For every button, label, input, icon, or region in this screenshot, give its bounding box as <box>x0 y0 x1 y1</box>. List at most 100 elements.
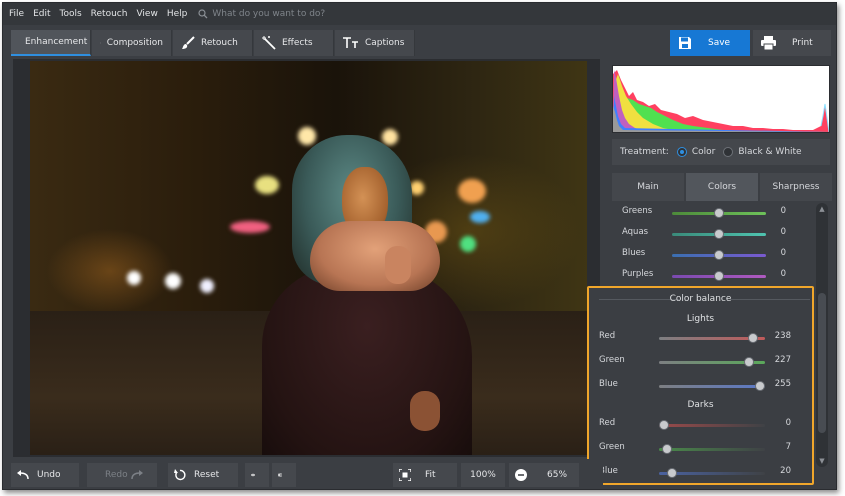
slider-handle[interactable] <box>714 229 724 239</box>
slider-label: Red <box>599 331 616 341</box>
save-label: Save <box>708 38 731 48</box>
save-button[interactable]: Save <box>670 30 750 56</box>
treatment-bw-radio[interactable] <box>723 147 734 157</box>
menu-retouch[interactable]: Retouch <box>91 9 128 19</box>
tab-sharpness[interactable]: Sharpness <box>760 173 832 201</box>
tab-effects-label: Effects <box>282 38 313 48</box>
app-window: File Edit Tools Retouch View Help What d… <box>2 2 837 490</box>
slider-handle[interactable] <box>714 271 724 281</box>
tab-captions-label: Captions <box>365 38 405 48</box>
tab-captions[interactable]: Captions <box>335 30 415 56</box>
car-headlight <box>165 273 181 289</box>
compare-button[interactable] <box>272 463 296 487</box>
slider-row-blue: Blue 20 <box>589 463 793 483</box>
car-headlight <box>127 271 141 285</box>
tab-composition-label: Composition <box>106 38 163 48</box>
treatment-color-label[interactable]: Color <box>692 147 716 157</box>
zoom-100-button[interactable]: 100% <box>461 463 505 487</box>
slider-handle[interactable] <box>714 250 724 260</box>
undo-button[interactable]: Undo <box>11 463 79 487</box>
slider-handle[interactable] <box>714 208 724 218</box>
slider-label: Green <box>599 355 625 365</box>
zoom-control[interactable]: 65% <box>509 463 579 487</box>
zoom-out-icon[interactable] <box>515 469 527 481</box>
color-balance-box: Color balance Lights Darks Red 238 Green 22… <box>587 286 814 485</box>
floppy-disk-icon <box>679 37 691 49</box>
menu-tools[interactable]: Tools <box>60 9 82 19</box>
slider-row-red: Red 0 <box>589 415 793 435</box>
slider-row-blue: Blue 255 <box>589 376 793 396</box>
slider-label: Greens <box>622 206 653 216</box>
slider-handle[interactable] <box>744 357 755 367</box>
bokeh-light <box>460 236 476 252</box>
slider-track[interactable] <box>659 448 765 451</box>
photo-scarf <box>310 221 440 291</box>
photo-preview[interactable] <box>30 61 587 455</box>
search-input[interactable]: What do you want to do? <box>212 9 325 19</box>
reset-button[interactable]: Reset <box>168 463 238 487</box>
panel-scrollbar[interactable]: ▲ ▼ <box>816 203 828 467</box>
slider-handle[interactable] <box>755 381 765 391</box>
redo-icon <box>131 470 143 480</box>
menu-bar: File Edit Tools Retouch View Help What d… <box>3 3 836 25</box>
menu-view[interactable]: View <box>136 9 157 19</box>
slider-handle[interactable] <box>659 420 669 430</box>
redo-button[interactable]: Redo <box>87 463 157 487</box>
search-box[interactable]: What do you want to do? <box>198 9 325 19</box>
scroll-up-icon[interactable]: ▲ <box>818 205 826 213</box>
menu-edit[interactable]: Edit <box>33 9 50 19</box>
divider <box>730 299 810 300</box>
slider-row-greens: Greens 0 <box>612 203 816 223</box>
slider-label: Blue <box>599 379 618 389</box>
undo-label: Undo <box>37 470 61 480</box>
slider-row-aquas: Aquas 0 <box>612 224 816 244</box>
car-headlight <box>200 279 214 293</box>
tab-enhancement-label: Enhancement <box>25 37 88 47</box>
preview-toggle-button[interactable] <box>245 463 269 487</box>
menu-help[interactable]: Help <box>167 9 188 19</box>
compare-icon <box>278 473 282 477</box>
slider-row-green: Green 7 <box>589 439 793 459</box>
slider-track[interactable] <box>659 385 765 388</box>
slider-row-green: Green 227 <box>589 352 793 372</box>
slider-handle[interactable] <box>666 468 677 478</box>
treatment-row: Treatment: Color Black & White <box>612 139 830 165</box>
zoom-value: 65% <box>547 470 568 480</box>
treatment-color-radio[interactable] <box>676 147 687 157</box>
tab-composition[interactable]: Composition <box>92 30 172 56</box>
slider-handle[interactable] <box>661 444 672 454</box>
slider-label: Purples <box>622 269 654 279</box>
slider-track[interactable] <box>659 424 765 427</box>
tab-retouch[interactable]: Retouch <box>173 30 253 56</box>
slider-value: 0 <box>780 248 786 258</box>
slider-value: 20 <box>780 466 791 476</box>
print-label: Print <box>792 38 813 48</box>
bokeh-light <box>458 179 486 203</box>
slider-handle[interactable] <box>748 333 759 343</box>
search-icon <box>198 9 208 19</box>
slider-value: 0 <box>785 418 791 428</box>
reset-icon <box>174 469 186 481</box>
tab-effects[interactable]: Effects <box>254 30 334 56</box>
treatment-label: Treatment: <box>620 147 669 157</box>
scrollbar-thumb[interactable] <box>818 293 826 433</box>
slider-value: 0 <box>780 227 786 237</box>
slider-label: Blues <box>622 248 646 258</box>
tab-enhancement[interactable]: Enhancement <box>11 30 91 56</box>
fit-button[interactable]: Fit <box>393 463 457 487</box>
bottom-toolbar: Undo Redo Reset Fit 100% 65% <box>3 459 603 489</box>
menu-file[interactable]: File <box>9 9 24 19</box>
scroll-down-icon[interactable]: ▼ <box>818 457 826 465</box>
tab-main[interactable]: Main <box>612 173 684 201</box>
photo-hand <box>410 391 440 431</box>
slider-value: 227 <box>774 355 791 365</box>
slider-value: 238 <box>774 331 791 341</box>
tab-colors[interactable]: Colors <box>686 173 758 201</box>
slider-label: Red <box>599 418 616 428</box>
slider-value: 0 <box>780 206 786 216</box>
image-canvas[interactable] <box>13 59 600 457</box>
printer-icon <box>761 36 776 50</box>
redo-label: Redo <box>105 470 128 480</box>
print-button[interactable]: Print <box>753 30 831 56</box>
treatment-bw-label[interactable]: Black & White <box>738 147 801 157</box>
